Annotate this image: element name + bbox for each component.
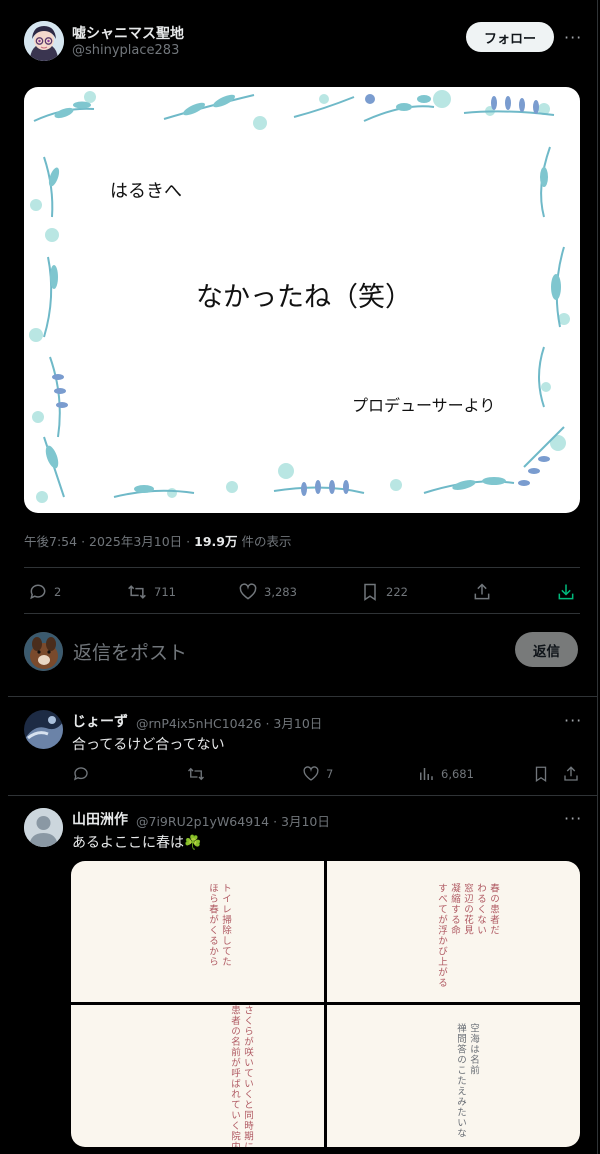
like-action[interactable]: 7 xyxy=(302,765,333,783)
download-action[interactable] xyxy=(556,582,576,602)
reply-action[interactable]: 2 xyxy=(28,582,61,602)
poem-text: 春の患者だ わるくない 窓辺の花見 凝縮する命 すべてが浮かび上がる xyxy=(436,883,499,988)
share-icon xyxy=(562,765,580,783)
reply-image-grid[interactable]: トイレ掃除してた ほら春がくるから 春の患者だ わるくない 窓辺の花見 凝縮する… xyxy=(71,861,580,1147)
reply-count: 2 xyxy=(54,585,62,599)
like-count: 3,283 xyxy=(264,585,297,599)
image-panel[interactable]: 空海は名前 禅問答のこたえみたいな xyxy=(327,1005,580,1147)
card-message: なかったね（笑） xyxy=(196,282,412,313)
view-count: 19.9万 xyxy=(194,534,238,549)
more-options-icon[interactable]: ··· xyxy=(564,809,582,828)
reply-meta: @rnP4ix5nHC10426 · 3月10日 xyxy=(136,716,323,731)
reply-icon xyxy=(72,765,90,783)
divider xyxy=(8,696,598,697)
card-salutation: はるきへ xyxy=(110,181,182,202)
analytics-icon xyxy=(417,765,435,783)
repost-icon xyxy=(126,582,148,602)
bookmark-action[interactable]: 222 xyxy=(360,582,408,602)
default-avatar-icon[interactable] xyxy=(24,808,63,847)
reply-text: 合ってるけど合ってない xyxy=(72,737,225,753)
divider xyxy=(8,795,598,796)
post-time[interactable]: 午後7:54 xyxy=(24,534,77,549)
reply-avatar[interactable] xyxy=(24,710,63,749)
bookmark-action[interactable] xyxy=(532,765,550,783)
view-count-label: 件の表示 xyxy=(241,534,292,549)
bookmark-count: 222 xyxy=(386,585,408,599)
post-image-card[interactable]: はるきへ なかったね（笑） プロデューサーより xyxy=(24,87,580,513)
heart-icon xyxy=(302,765,320,783)
reply-date[interactable]: 3月10日 xyxy=(273,716,322,731)
image-panel[interactable]: トイレ掃除してた ほら春がくるから xyxy=(71,861,324,1002)
more-options-icon[interactable]: ··· xyxy=(564,28,582,47)
post-metadata: 午後7:54 · 2025年3月10日 · 19.9万 件の表示 xyxy=(24,534,292,549)
image-panel[interactable]: さくらが咲いていくと同時期に 患者の名前が呼ばれていく院内 xyxy=(71,1005,324,1147)
card-signature: プロデューサーより xyxy=(352,396,496,415)
reply-icon xyxy=(28,582,48,602)
share-action[interactable] xyxy=(562,765,580,783)
reply-author-handle[interactable]: @7i9RU2p1yW64914 xyxy=(136,814,269,829)
reply-text: あるよここに春は☘️ xyxy=(72,835,202,851)
image-panel[interactable]: 春の患者だ わるくない 窓辺の花見 凝縮する命 すべてが浮かび上がる xyxy=(327,861,580,1002)
like-count: 7 xyxy=(326,767,334,781)
poem-text: 空海は名前 禅問答のこたえみたいな xyxy=(455,1023,479,1139)
reply-input[interactable]: 返信をポスト xyxy=(73,638,187,665)
reply-author-name[interactable]: 山田洲作 xyxy=(72,809,128,829)
share-action[interactable] xyxy=(472,582,492,602)
divider xyxy=(24,613,580,614)
bookmark-icon xyxy=(360,582,380,602)
author-avatar[interactable] xyxy=(24,21,64,61)
post-date[interactable]: 2025年3月10日 xyxy=(89,534,182,549)
repost-action[interactable]: 711 xyxy=(126,582,176,602)
heart-icon xyxy=(238,582,258,602)
divider xyxy=(24,567,580,568)
poem-text: トイレ掃除してた ほら春がくるから xyxy=(207,883,231,967)
reply-submit-button[interactable]: 返信 xyxy=(515,632,578,667)
reply-action[interactable] xyxy=(72,765,90,783)
poem-text: さくらが咲いていくと同時期に 患者の名前が呼ばれていく院内 xyxy=(229,1005,253,1147)
download-icon xyxy=(556,582,576,602)
repost-count: 711 xyxy=(154,585,176,599)
author-handle[interactable]: @shinyplace283 xyxy=(72,43,179,58)
current-user-avatar[interactable] xyxy=(24,632,63,671)
author-name[interactable]: 嘘シャニマス聖地 xyxy=(72,23,184,43)
follow-button[interactable]: フォロー xyxy=(466,22,554,52)
like-action[interactable]: 3,283 xyxy=(238,582,297,602)
share-icon xyxy=(472,582,492,602)
reply-date[interactable]: 3月10日 xyxy=(281,814,330,829)
reply-author-name[interactable]: じょーず xyxy=(72,711,128,731)
views-count: 6,681 xyxy=(441,767,474,781)
repost-icon xyxy=(186,765,206,783)
more-options-icon[interactable]: ··· xyxy=(564,711,582,730)
reply-author-handle[interactable]: @rnP4ix5nHC10426 xyxy=(136,716,261,731)
bookmark-icon xyxy=(532,765,550,783)
reply-meta: @7i9RU2p1yW64914 · 3月10日 xyxy=(136,814,330,829)
views-action[interactable]: 6,681 xyxy=(417,765,474,783)
repost-action[interactable] xyxy=(186,765,206,783)
timeline-column: 嘘シャニマス聖地 @shinyplace283 フォロー ··· はるきへ なか… xyxy=(0,0,598,1154)
